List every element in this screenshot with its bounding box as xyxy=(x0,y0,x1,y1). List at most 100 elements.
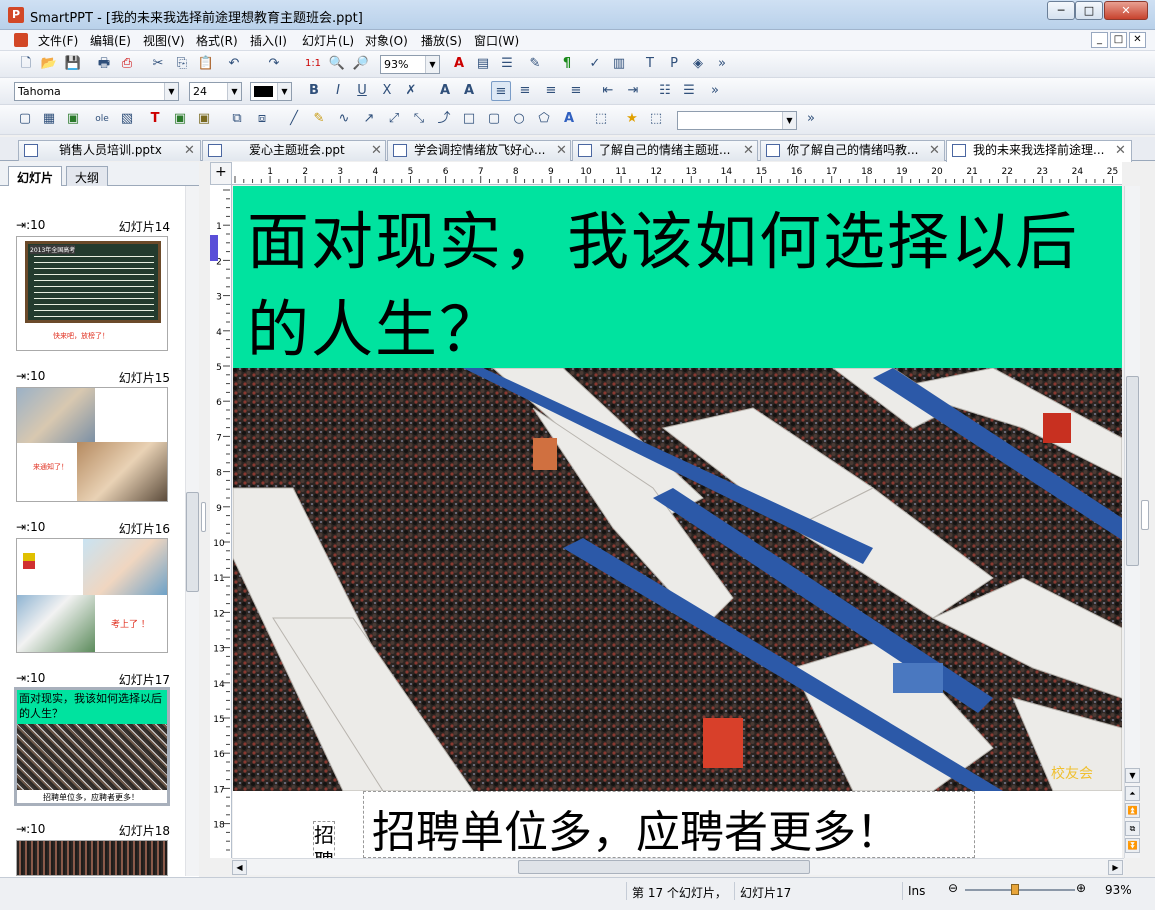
ruler-corner[interactable]: + xyxy=(210,162,232,185)
layers-icon[interactable]: ◈ xyxy=(688,54,708,74)
tab-close-icon[interactable]: ✕ xyxy=(743,141,754,160)
slide-layout-icon[interactable]: ▤ xyxy=(473,54,493,74)
menu-object[interactable]: 对象(O) xyxy=(365,32,408,49)
tab-close-icon[interactable]: ✕ xyxy=(184,141,195,160)
rounded-rect-icon[interactable]: ▢ xyxy=(484,109,504,129)
slide-title-box[interactable]: 面对现实，我该如何选择以后的人生？ xyxy=(233,186,1122,368)
table-icon[interactable]: ▦ xyxy=(39,109,59,129)
job-fair-crowd-photo[interactable]: 校友会 xyxy=(233,368,1122,791)
cut-icon[interactable]: ✂ xyxy=(148,54,168,74)
menu-slide[interactable]: 幻灯片(L) xyxy=(302,32,354,49)
ole-icon[interactable]: ole xyxy=(92,109,112,129)
slide-thumbnail-17[interactable]: 面对现实，我该如何选择以后的人生？ 招聘单位多，应聘者更多！ xyxy=(14,687,170,806)
zoom-in-icon[interactable]: ⊕ xyxy=(1076,881,1086,895)
chart-frame-icon[interactable]: ▧ xyxy=(117,109,137,129)
increase-indent-icon[interactable]: ⇥ xyxy=(623,81,643,101)
underline-icon[interactable]: U xyxy=(352,81,372,101)
zoom-slider-thumb[interactable] xyxy=(1010,884,1019,895)
tab-close-icon[interactable]: ✕ xyxy=(556,141,567,160)
flash-icon[interactable]: ▣ xyxy=(194,109,214,129)
media-icon[interactable]: ▣ xyxy=(170,109,190,129)
menu-edit[interactable]: 编辑(E) xyxy=(90,32,131,49)
save-icon[interactable]: 💾 xyxy=(63,54,83,74)
notes-icon[interactable]: ☰ xyxy=(497,54,517,74)
ungroup-icon[interactable]: ⧈ xyxy=(252,109,272,129)
page-up-icon[interactable]: ⏶ xyxy=(1125,786,1140,801)
toolbar-more-1[interactable]: » xyxy=(712,54,732,74)
format-painter-icon[interactable]: ✎ xyxy=(525,54,545,74)
menu-play[interactable]: 播放(S) xyxy=(421,32,462,49)
frame-icon[interactable]: ▢ xyxy=(15,109,35,129)
tab-close-icon[interactable]: ✕ xyxy=(1115,141,1126,160)
tab-doc-4[interactable]: 了解自己的情绪主题班... ✕ xyxy=(572,140,758,161)
actual-size-icon[interactable]: 1:1 xyxy=(303,54,323,74)
prev-slide-icon[interactable]: ⏫ xyxy=(1125,803,1140,818)
slide-thumbnail-16[interactable]: 考上了 ！ xyxy=(16,538,168,653)
connector-icon[interactable]: ⤢ xyxy=(384,109,404,129)
doc-icon[interactable] xyxy=(14,33,28,47)
scroll-down-icon[interactable]: ▼ xyxy=(1125,768,1140,783)
zoom-in-icon[interactable]: 🔍 xyxy=(327,54,347,74)
elbow-connector-icon[interactable]: ⤡ xyxy=(409,109,429,129)
panel-splitter[interactable] xyxy=(199,162,208,877)
zoom-slider[interactable] xyxy=(965,889,1075,891)
tab-doc-1[interactable]: 销售人员培训.pptx ✕ xyxy=(18,140,201,161)
slide-caption[interactable]: 招聘单位多，应聘者更多！ xyxy=(372,796,900,858)
menu-view[interactable]: 视图(V) xyxy=(143,32,185,49)
print-icon[interactable]: 🖶 xyxy=(94,54,114,74)
spellcheck-icon[interactable]: ✓ xyxy=(585,54,605,74)
caption-text-box[interactable]: 招聘单位多，应聘者更多！ xyxy=(363,791,975,858)
align-center-icon[interactable]: ≡ xyxy=(515,81,535,101)
style-select[interactable]: ▼ xyxy=(677,111,797,130)
hscroll-thumb[interactable] xyxy=(518,860,810,874)
minimize-button[interactable]: ─ xyxy=(1047,1,1075,20)
picture-icon[interactable]: ▣ xyxy=(63,109,83,129)
right-splitter-grip[interactable] xyxy=(1141,500,1149,530)
numbered-list-icon[interactable]: ☰ xyxy=(679,81,699,101)
slide-title[interactable]: 面对现实，我该如何选择以后的人生？ xyxy=(247,198,1107,374)
new-icon[interactable]: 🗋 xyxy=(16,54,36,74)
horizontal-ruler[interactable]: 1 2 3 4 5 6 7 8 9 10 11 12 13 14 15 16 17 18 19 20 21 22 23 24 2… xyxy=(232,162,1122,185)
line-icon[interactable]: ╱ xyxy=(284,109,304,129)
curved-connector-icon[interactable]: ⤴ xyxy=(434,109,454,129)
curve-icon[interactable]: ∿ xyxy=(334,109,354,129)
tab-doc-3[interactable]: 学会调控情绪放飞好心... ✕ xyxy=(387,140,571,161)
shrink-font-icon[interactable]: A xyxy=(459,81,479,101)
font-name-select[interactable]: Tahoma ▼ xyxy=(14,82,179,101)
italic-icon[interactable]: I xyxy=(328,81,348,101)
pdf-icon[interactable]: ⎙ xyxy=(117,54,137,74)
scroll-thumb[interactable] xyxy=(1126,376,1139,566)
align-left-icon[interactable]: ≡ xyxy=(491,81,511,101)
paragraph-mark-icon[interactable]: ¶ xyxy=(557,54,577,74)
text-icon[interactable]: T xyxy=(640,54,660,74)
tab-doc-2[interactable]: 爱心主题班会.ppt ✕ xyxy=(202,140,386,161)
color-select[interactable]: ▼ xyxy=(250,82,292,101)
tab-close-icon[interactable]: ✕ xyxy=(929,141,940,160)
slide-thumbnail-15[interactable]: 来通知了！ xyxy=(16,387,168,502)
tab-doc-5[interactable]: 你了解自己的情绪吗教... ✕ xyxy=(760,140,945,161)
bullet-list-icon[interactable]: ☷ xyxy=(655,81,675,101)
justify-icon[interactable]: ≡ xyxy=(566,81,586,101)
open-icon[interactable]: 📂 xyxy=(39,54,59,74)
mdi-restore-button[interactable]: □ xyxy=(1110,32,1127,48)
chart-icon[interactable]: ▥ xyxy=(609,54,629,74)
paste-icon[interactable]: 📋 xyxy=(196,54,216,74)
vertical-ruler[interactable]: 1 2 3 4 5 6 7 8 9 10 11 12 13 14 15 16 17 18 xyxy=(210,185,232,858)
close-button[interactable]: ✕ xyxy=(1104,1,1148,20)
redo-icon[interactable]: ↷ xyxy=(264,54,284,74)
font-color-icon[interactable]: A xyxy=(449,54,469,74)
tab-doc-6[interactable]: 我的未来我选择前途理... ✕ xyxy=(946,140,1132,162)
slide-view-icon[interactable]: ⧉ xyxy=(1125,821,1140,836)
align-right-icon[interactable]: ≡ xyxy=(541,81,561,101)
clear-format-icon[interactable]: ✗ xyxy=(401,81,421,101)
scroll-left-icon[interactable]: ◀ xyxy=(232,860,247,875)
scroll-right-icon[interactable]: ▶ xyxy=(1108,860,1123,875)
zoom-select[interactable]: 93% ▼ xyxy=(380,55,440,74)
vertical-scrollbar[interactable]: ▼ ⏶ ⏫ ⧉ ⏬ xyxy=(1124,186,1140,858)
grow-font-icon[interactable]: A xyxy=(435,81,455,101)
status-insert-mode[interactable]: Ins xyxy=(902,882,930,900)
copy-icon[interactable]: ⎘ xyxy=(172,54,192,74)
mdi-minimize-button[interactable]: _ xyxy=(1091,32,1108,48)
tab-close-icon[interactable]: ✕ xyxy=(371,141,382,160)
bold-icon[interactable]: B xyxy=(304,81,324,101)
